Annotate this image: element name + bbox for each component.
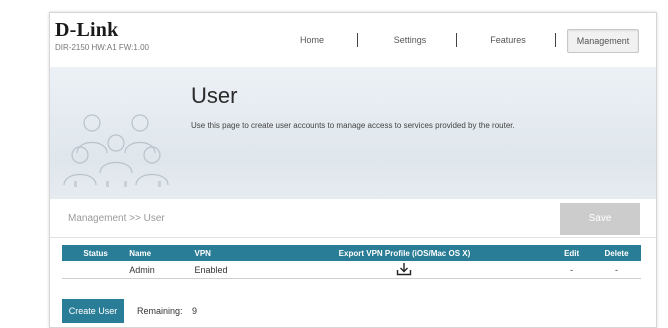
nav-features[interactable]: Features	[479, 29, 537, 51]
col-name: Name	[129, 245, 195, 261]
create-user-button[interactable]: Create User	[62, 299, 124, 323]
save-button[interactable]: Save	[560, 203, 640, 235]
user-table: Status Name VPN Export VPN Profile (iOS/…	[62, 245, 641, 279]
page-hero: User Use this page to create user accoun…	[50, 67, 656, 199]
page-title: User	[191, 83, 238, 108]
table-header-row: Status Name VPN Export VPN Profile (iOS/…	[62, 245, 641, 261]
users-icon	[63, 114, 169, 187]
cell-name: Admin	[129, 261, 195, 279]
nav-separator	[555, 33, 556, 47]
col-edit: Edit	[551, 245, 593, 261]
col-delete: Delete	[592, 245, 641, 261]
cell-edit: -	[551, 261, 593, 279]
cell-vpn: Enabled	[194, 261, 258, 279]
model-info: DIR-2150 HW:A1 FW:1.00	[55, 43, 149, 52]
nav-separator	[456, 33, 457, 47]
nav-separator	[357, 33, 358, 47]
nav-settings[interactable]: Settings	[382, 29, 438, 51]
table-row: Admin Enabled - -	[62, 261, 641, 279]
nav-home[interactable]: Home	[288, 29, 336, 51]
remaining-label: Remaining:	[137, 306, 183, 316]
breadcrumb: Management >> User	[68, 213, 165, 224]
breadcrumb-bar: Management >> User Save	[50, 201, 656, 238]
cell-status	[62, 261, 130, 279]
col-vpn: VPN	[194, 245, 258, 261]
col-status: Status	[62, 245, 130, 261]
remaining-count: 9	[192, 306, 198, 316]
dlink-logo[interactable]: D-Link	[55, 19, 118, 42]
download-icon[interactable]	[396, 262, 412, 278]
nav-management[interactable]: Management	[567, 29, 639, 53]
page-description: Use this page to create user accounts to…	[191, 121, 515, 130]
cell-export	[257, 261, 552, 279]
header: D-Link DIR-2150 HW:A1 FW:1.00 Home Setti…	[50, 13, 656, 67]
col-export-vpn-profile: Export VPN Profile (iOS/Mac OS X)	[257, 245, 552, 261]
cell-delete: -	[592, 261, 641, 279]
router-admin-window: D-Link DIR-2150 HW:A1 FW:1.00 Home Setti…	[49, 12, 657, 328]
